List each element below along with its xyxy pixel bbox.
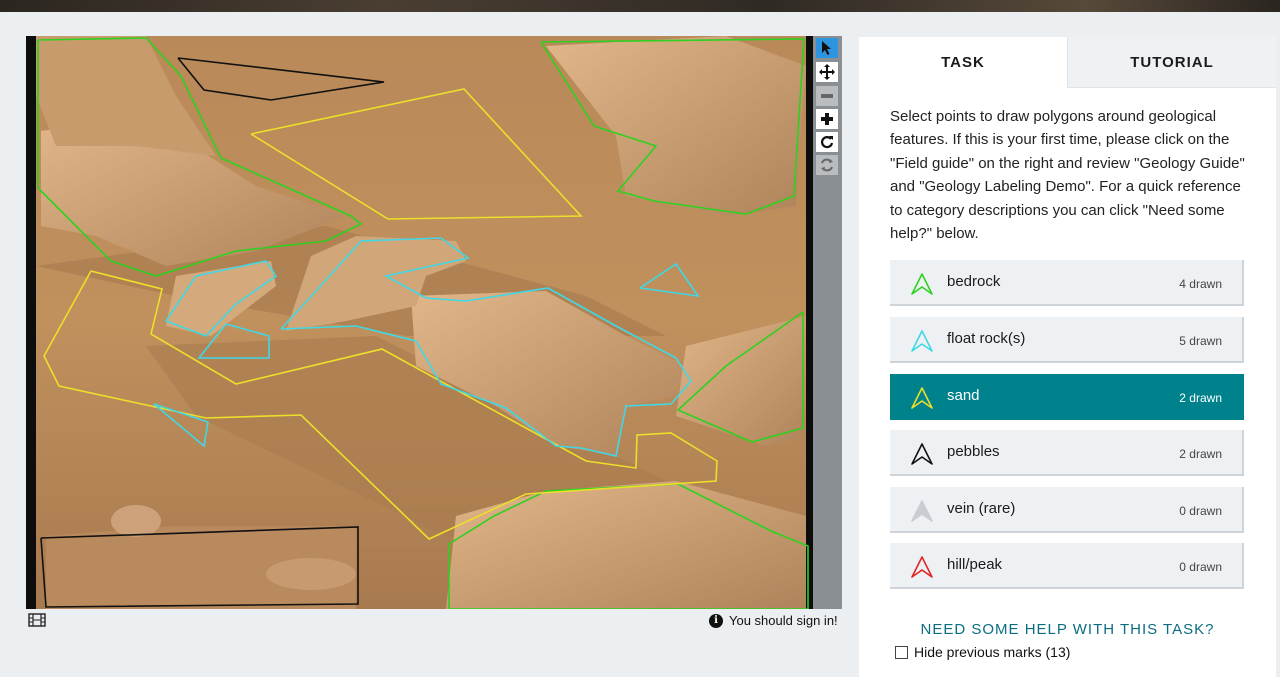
- task-instructions: Select points to draw polygons around ge…: [890, 108, 1245, 243]
- info-icon: i: [709, 613, 723, 628]
- task-tabs: TASK TUTORIAL: [859, 37, 1276, 88]
- subject-image[interactable]: [26, 36, 813, 609]
- rotate-icon[interactable]: [816, 132, 838, 152]
- polygon-tool-icon: [911, 556, 933, 578]
- choice-5[interactable]: hill/peak 0 drawn: [890, 543, 1244, 589]
- zoom-out-icon[interactable]: [816, 86, 838, 106]
- sign-in-text: You should sign in!: [729, 613, 838, 628]
- subject-image-viewer[interactable]: [26, 36, 813, 609]
- choice-label: vein (rare): [947, 500, 1016, 517]
- choice-count: 4 drawn: [1179, 277, 1222, 291]
- choice-3[interactable]: pebbles 2 drawn: [890, 430, 1244, 476]
- need-help-link[interactable]: NEED SOME HELP WITH THIS TASK?: [859, 621, 1276, 638]
- choice-count: 0 drawn: [1179, 560, 1222, 574]
- choice-count: 5 drawn: [1179, 334, 1222, 348]
- task-panel: TASK TUTORIAL Select points to draw poly…: [859, 37, 1276, 677]
- choice-0[interactable]: bedrock 4 drawn: [890, 260, 1244, 306]
- choice-1[interactable]: float rock(s) 5 drawn: [890, 317, 1244, 363]
- move-icon[interactable]: [816, 62, 838, 82]
- tab-task[interactable]: TASK: [859, 37, 1067, 88]
- pointer-icon[interactable]: [816, 38, 838, 58]
- hide-previous-marks[interactable]: Hide previous marks (13): [895, 644, 1070, 660]
- top-banner: [0, 0, 1280, 12]
- choice-label: sand: [947, 387, 980, 404]
- tab-tutorial[interactable]: TUTORIAL: [1067, 37, 1276, 88]
- sign-in-notice: i You should sign in!: [709, 613, 838, 628]
- choice-label: hill/peak: [947, 556, 1003, 573]
- choice-count: 2 drawn: [1179, 447, 1222, 461]
- choice-2[interactable]: sand 2 drawn: [890, 374, 1244, 420]
- polygon-tool-icon: [911, 500, 933, 522]
- choice-4[interactable]: vein (rare) 0 drawn: [890, 487, 1244, 533]
- hide-previous-label: Hide previous marks (13): [914, 644, 1071, 660]
- choice-label: bedrock: [947, 273, 1001, 290]
- reset-icon[interactable]: [816, 155, 838, 175]
- film-strip-icon[interactable]: [28, 613, 46, 627]
- polygon-tool-icon: [911, 443, 933, 465]
- choice-count: 2 drawn: [1179, 391, 1222, 405]
- choice-label: pebbles: [947, 443, 1000, 460]
- polygon-tool-icon: [911, 387, 933, 409]
- choice-count: 0 drawn: [1179, 504, 1222, 518]
- polygon-tool-icon: [911, 273, 933, 295]
- polygon-tool-icon: [911, 330, 933, 352]
- image-toolbar: [813, 36, 842, 609]
- choice-label: float rock(s): [947, 330, 1026, 347]
- zoom-in-icon[interactable]: [816, 109, 838, 129]
- hide-previous-checkbox[interactable]: [895, 645, 908, 659]
